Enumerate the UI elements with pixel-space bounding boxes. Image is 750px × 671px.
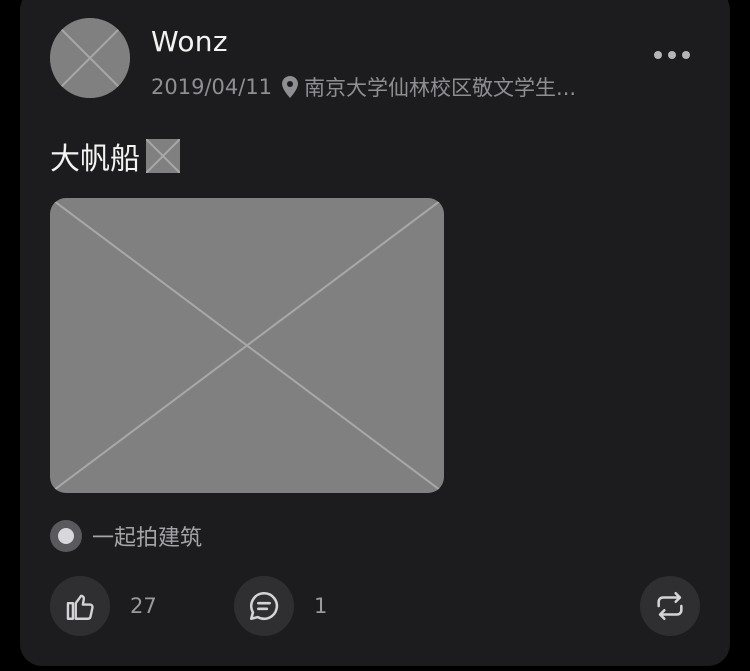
topic-icon [50, 520, 82, 552]
like-count: 27 [130, 594, 157, 618]
thinking-face-emoji-placeholder [146, 139, 180, 173]
author-name[interactable]: Wonz [151, 25, 228, 58]
post-location[interactable]: 南京大学仙林校区敬文学生... [304, 72, 576, 102]
post-text: 大帆船 [50, 142, 140, 177]
comment-icon [249, 591, 279, 621]
comment-count: 1 [314, 594, 328, 618]
post-card[interactable]: Wonz 2019/04/11 南京大学仙林校区敬文学生... 大帆船 一起拍建… [20, 0, 730, 666]
like-button[interactable] [50, 576, 110, 636]
topic-tag[interactable]: 一起拍建筑 [50, 520, 202, 552]
post-photo-placeholder [50, 198, 444, 493]
repost-icon [657, 591, 683, 621]
thumbs-up-icon [66, 594, 94, 620]
thinking-face-emoji [146, 139, 180, 173]
comment-button[interactable] [234, 576, 294, 636]
repost-button[interactable] [640, 576, 700, 636]
avatar[interactable] [50, 18, 130, 98]
post-date: 2019/04/11 [151, 75, 273, 99]
avatar-image-placeholder [50, 18, 130, 98]
location-pin-icon [282, 76, 299, 98]
post-photo[interactable] [50, 198, 444, 493]
post-meta: 2019/04/11 南京大学仙林校区敬文学生... [151, 72, 576, 102]
more-icon [654, 51, 662, 59]
post-content: 大帆船 [50, 134, 180, 178]
topic-label: 一起拍建筑 [92, 526, 203, 551]
more-options-button[interactable] [654, 51, 690, 59]
